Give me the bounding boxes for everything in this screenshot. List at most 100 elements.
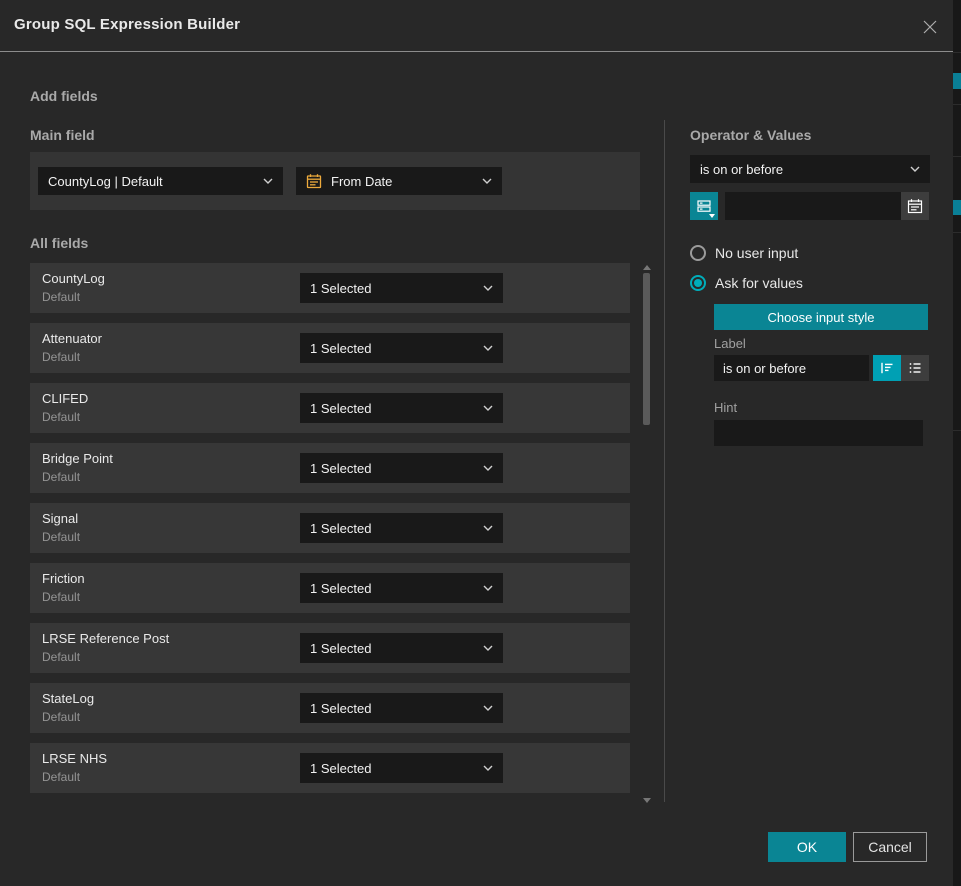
hint-input[interactable] (714, 420, 923, 446)
field-name: Bridge Point (42, 451, 113, 466)
radio-ask-for-values-label: Ask for values (715, 275, 803, 291)
group-sql-expression-builder-dialog: Group SQL Expression Builder Add fields … (0, 0, 953, 886)
field-sublabel: Default (42, 770, 80, 784)
field-row: StateLog Default 1 Selected (30, 683, 630, 733)
chevron-down-icon (483, 405, 493, 411)
field-row: CLIFED Default 1 Selected (30, 383, 630, 433)
field-row: LRSE Reference Post Default 1 Selected (30, 623, 630, 673)
field-values-select-value: 1 Selected (310, 581, 371, 596)
chevron-down-icon (910, 166, 920, 172)
caret-down-icon (709, 214, 715, 218)
field-values-select[interactable]: 1 Selected (300, 573, 503, 603)
input-type-button[interactable] (690, 192, 718, 220)
chevron-down-icon (483, 585, 493, 591)
hint-caption: Hint (714, 400, 737, 415)
label-input[interactable] (714, 355, 869, 381)
radio-no-user-input-label: No user input (715, 245, 798, 261)
chevron-down-icon (483, 345, 493, 351)
panel-divider (664, 120, 665, 802)
background-accent-mark (953, 73, 961, 89)
chevron-down-icon (483, 645, 493, 651)
background-app-edge (953, 0, 961, 886)
all-fields-heading: All fields (30, 235, 88, 251)
main-field-heading: Main field (30, 127, 95, 143)
bullet-list-icon (907, 360, 923, 376)
list-scrollbar[interactable] (642, 263, 652, 805)
field-row: Friction Default 1 Selected (30, 563, 630, 613)
field-row: Attenuator Default 1 Selected (30, 323, 630, 373)
dialog-titlebar: Group SQL Expression Builder (0, 0, 953, 52)
field-values-select[interactable]: 1 Selected (300, 453, 503, 483)
field-values-select[interactable]: 1 Selected (300, 753, 503, 783)
calendar-icon (306, 173, 322, 189)
field-sublabel: Default (42, 350, 80, 364)
field-name: CLIFED (42, 391, 88, 406)
layer-select[interactable]: CountyLog | Default (38, 167, 283, 195)
background-accent-mark (953, 200, 961, 215)
radio-circle-icon (690, 275, 706, 291)
date-picker-button[interactable] (901, 192, 929, 220)
field-name: LRSE NHS (42, 751, 107, 766)
field-values-select[interactable]: 1 Selected (300, 393, 503, 423)
date-field-select-value: From Date (331, 174, 392, 189)
field-sublabel: Default (42, 290, 80, 304)
background-separator (953, 52, 961, 53)
field-values-select-value: 1 Selected (310, 281, 371, 296)
field-values-select-value: 1 Selected (310, 641, 371, 656)
field-values-select-value: 1 Selected (310, 401, 371, 416)
field-name: Signal (42, 511, 78, 526)
operator-select-value: is on or before (700, 162, 783, 177)
field-row: Signal Default 1 Selected (30, 503, 630, 553)
operator-values-heading: Operator & Values (690, 127, 811, 143)
chevron-down-icon (483, 765, 493, 771)
radio-circle-icon (690, 245, 706, 261)
all-fields-list: CountyLog Default 1 Selected Attenuator … (30, 263, 630, 803)
field-values-select[interactable]: 1 Selected (300, 333, 503, 363)
input-style-list-button[interactable] (901, 355, 929, 381)
date-field-select[interactable]: From Date (296, 167, 502, 195)
choose-input-style-button[interactable]: Choose input style (714, 304, 928, 330)
field-values-select[interactable]: 1 Selected (300, 693, 503, 723)
chevron-down-icon (482, 178, 492, 184)
close-button[interactable] (917, 14, 943, 40)
field-values-select[interactable]: 1 Selected (300, 513, 503, 543)
label-caption: Label (714, 336, 746, 351)
radio-ask-for-values[interactable]: Ask for values (690, 275, 803, 291)
chevron-down-icon (483, 705, 493, 711)
chevron-down-icon (483, 525, 493, 531)
chevron-down-icon (263, 178, 273, 184)
input-style-text-button[interactable] (873, 355, 901, 381)
layer-select-value: CountyLog | Default (48, 174, 163, 189)
field-sublabel: Default (42, 470, 80, 484)
field-name: StateLog (42, 691, 94, 706)
field-values-select[interactable]: 1 Selected (300, 633, 503, 663)
background-separator (953, 232, 961, 233)
add-fields-heading: Add fields (30, 88, 98, 104)
field-sublabel: Default (42, 590, 80, 604)
scroll-down-arrow-icon[interactable] (643, 798, 651, 803)
field-name: LRSE Reference Post (42, 631, 169, 646)
field-name: Friction (42, 571, 85, 586)
scrollbar-thumb[interactable] (643, 273, 650, 425)
background-separator (953, 104, 961, 105)
field-sublabel: Default (42, 710, 80, 724)
chevron-down-icon (483, 465, 493, 471)
ok-button[interactable]: OK (768, 832, 846, 862)
field-values-select-value: 1 Selected (310, 701, 371, 716)
field-sublabel: Default (42, 530, 80, 544)
chevron-down-icon (483, 285, 493, 291)
field-values-select-value: 1 Selected (310, 341, 371, 356)
field-values-select-value: 1 Selected (310, 461, 371, 476)
dialog-title: Group SQL Expression Builder (14, 16, 240, 33)
field-name: Attenuator (42, 331, 102, 346)
background-separator (953, 156, 961, 157)
field-values-select-value: 1 Selected (310, 761, 371, 776)
operator-select[interactable]: is on or before (690, 155, 930, 183)
cancel-button[interactable]: Cancel (853, 832, 927, 862)
scroll-up-arrow-icon[interactable] (643, 265, 651, 270)
align-left-icon (879, 360, 895, 376)
field-row: LRSE NHS Default 1 Selected (30, 743, 630, 793)
date-value-input[interactable] (725, 192, 901, 220)
radio-no-user-input[interactable]: No user input (690, 245, 798, 261)
field-values-select[interactable]: 1 Selected (300, 273, 503, 303)
